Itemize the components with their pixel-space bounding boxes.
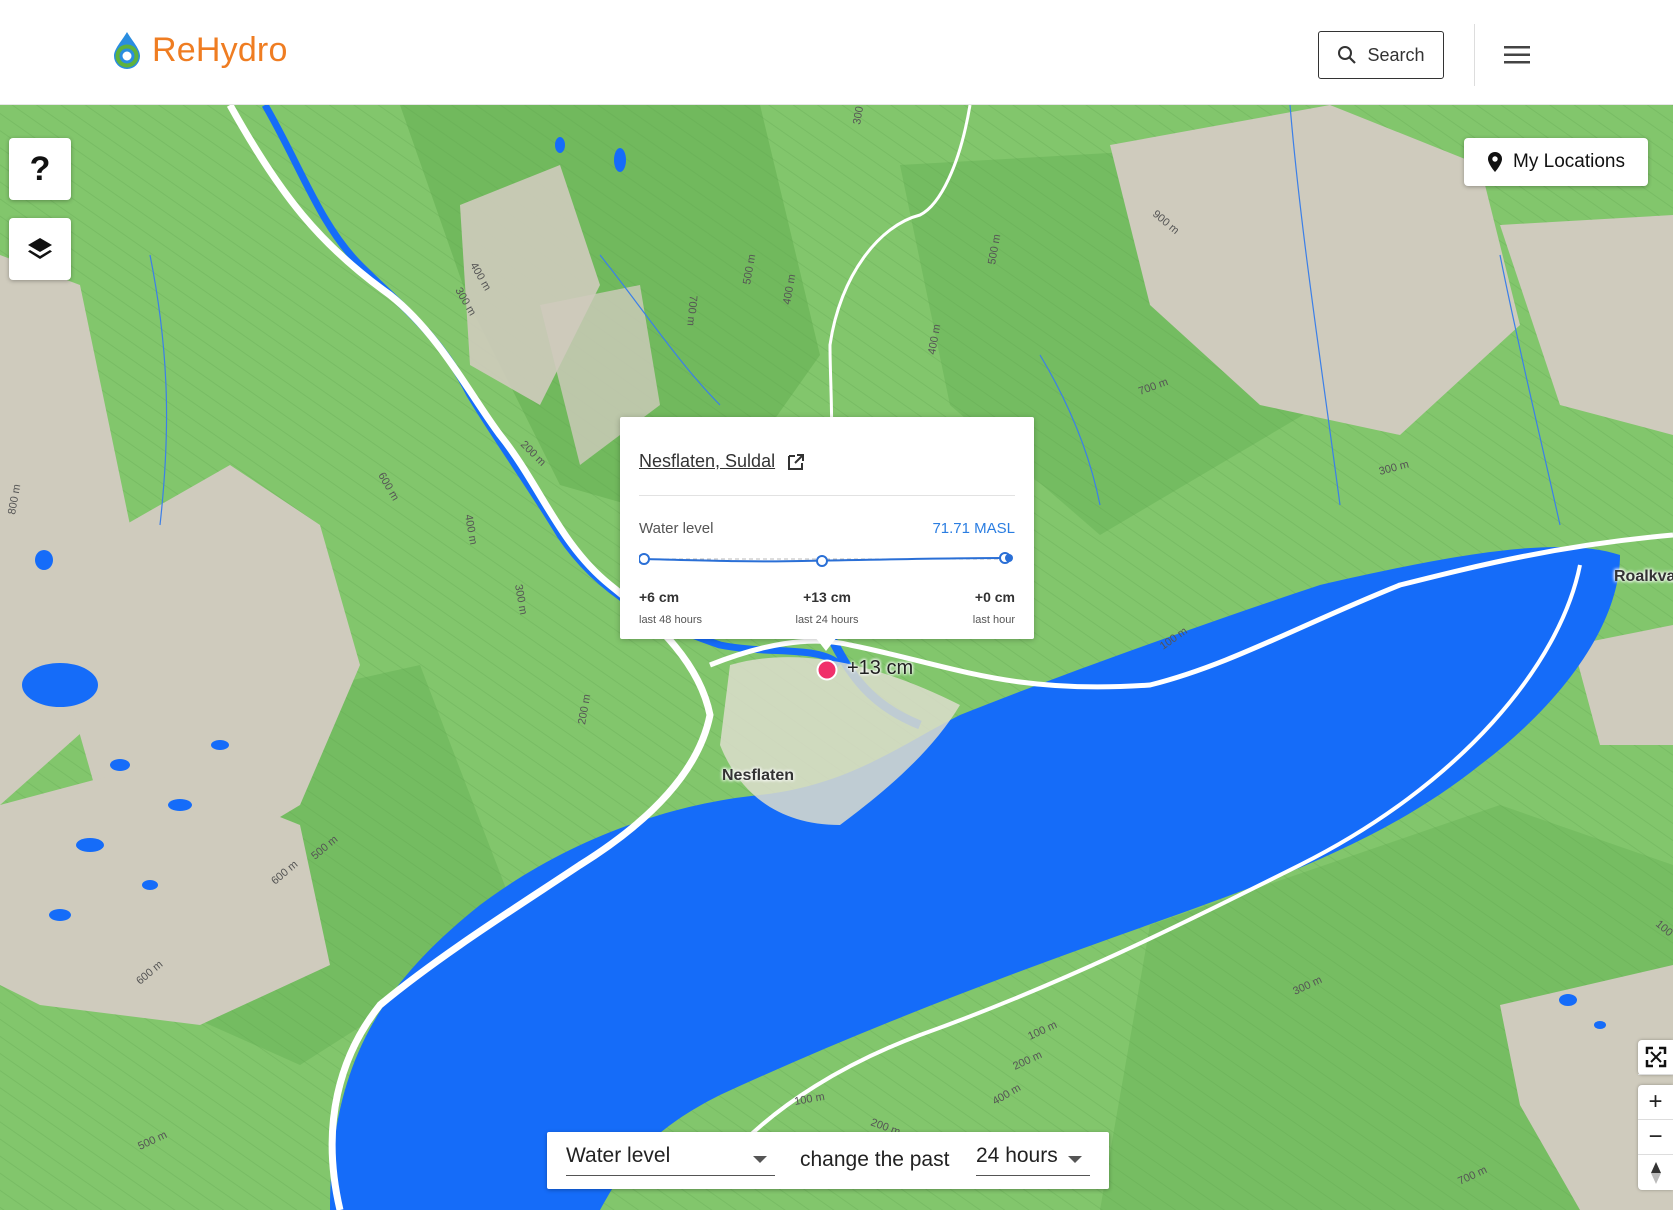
layers-button[interactable] [9, 218, 71, 280]
external-link-icon[interactable] [787, 453, 805, 471]
caret-down-icon [753, 1156, 767, 1163]
search-button[interactable]: Search [1318, 31, 1444, 79]
search-button-label: Search [1367, 44, 1425, 65]
stat-period-1h: last hour [972, 614, 1015, 626]
trend-sparkline [639, 552, 1013, 567]
header-divider [1474, 24, 1475, 86]
menu-button[interactable] [1500, 38, 1534, 72]
filter-bar: Water level change the past 24 hours [547, 1132, 1109, 1189]
app-logo[interactable]: ReHydro [110, 30, 288, 70]
fullscreen-icon [1645, 1046, 1666, 1068]
metric-label: Water level [639, 520, 714, 537]
stat-value-24h: +13 cm [803, 589, 851, 605]
popup-pointer [815, 637, 837, 651]
caret-down-icon [1068, 1156, 1082, 1163]
water-drop-logo-icon [114, 32, 140, 69]
my-locations-label: My Locations [1513, 151, 1625, 172]
hamburger-menu-icon [1504, 46, 1530, 64]
popup-divider [639, 495, 1015, 496]
fullscreen-button[interactable] [1638, 1040, 1673, 1075]
zoom-out-button[interactable]: − [1638, 1120, 1673, 1155]
place-label-roalkva: Roalkva [1614, 568, 1673, 585]
zoom-in-button[interactable]: + [1638, 1085, 1673, 1120]
help-button[interactable]: ? [9, 138, 71, 200]
app-name: ReHydro [152, 30, 288, 69]
station-marker[interactable] [815, 658, 839, 682]
app-header: ReHydro Search [0, 0, 1673, 105]
location-pin-icon [1488, 152, 1503, 172]
period-select-value: 24 hours [976, 1144, 1058, 1167]
compass-button[interactable] [1638, 1155, 1673, 1190]
map-canvas[interactable]: 400 m 300 m 700 m 500 m 400 m 500 m 400 … [0, 105, 1673, 1210]
metric-select-value: Water level [566, 1144, 671, 1167]
change-the-past-label: change the past [800, 1148, 950, 1171]
fullscreen-control [1638, 1040, 1673, 1075]
search-icon [1338, 46, 1357, 64]
popup-title: Nesflaten, Suldal [639, 451, 805, 472]
station-link[interactable]: Nesflaten, Suldal [639, 451, 775, 472]
marker-value-label: +13 cm [847, 657, 914, 679]
metric-select[interactable]: Water level [566, 1144, 775, 1176]
zoom-control: + − [1638, 1085, 1673, 1190]
metric-value: 71.71 MASL [932, 520, 1015, 537]
stat-value-1h: +0 cm [974, 589, 1015, 605]
compass-icon [1650, 1161, 1661, 1184]
place-label-nesflaten: Nesflaten [722, 767, 795, 784]
my-locations-button[interactable]: My Locations [1464, 138, 1648, 186]
layers-icon [28, 238, 52, 259]
station-popup: Nesflaten, Suldal Water level 71.71 MASL… [620, 417, 1034, 639]
period-select[interactable]: 24 hours [976, 1144, 1090, 1176]
